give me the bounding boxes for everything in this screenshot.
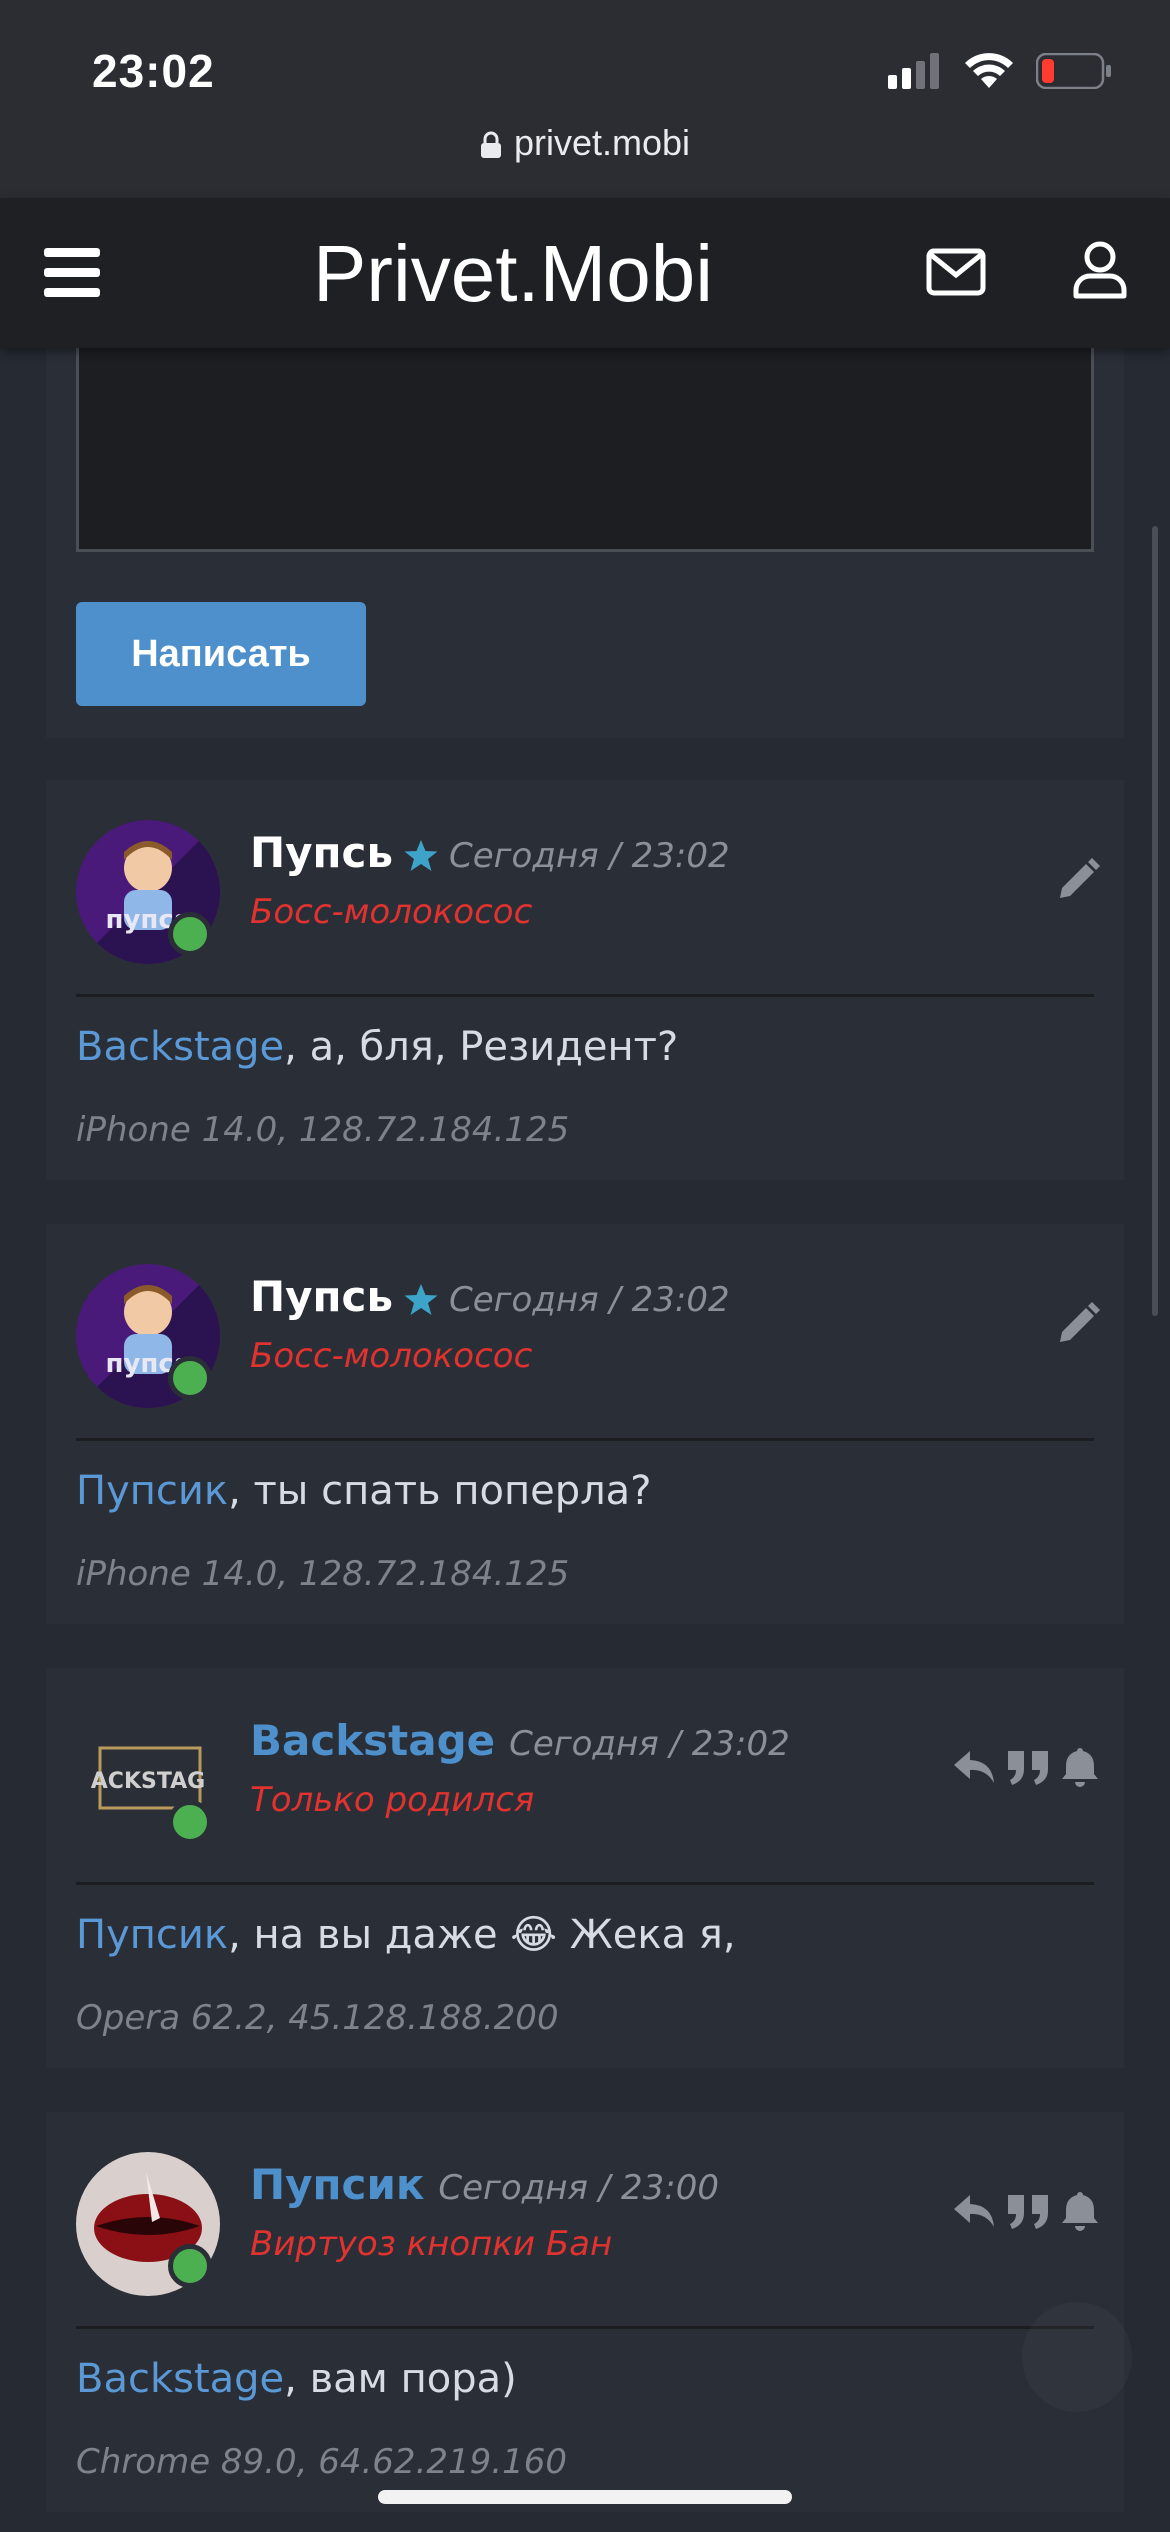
user-rank: Босс-молокосос — [250, 1336, 533, 1376]
mention-link[interactable]: Backstage — [76, 2356, 284, 2402]
post-date: Сегодня / 23:02 — [509, 1724, 790, 1764]
post-item: ACKSTAG Backstage Сегодня / 23:02 Только … — [46, 1668, 1124, 2068]
author-name[interactable]: Пупсик — [250, 2160, 424, 2209]
site-title[interactable]: Privet.Mobi — [0, 228, 1026, 320]
post-date: Сегодня / 23:00 — [438, 2168, 719, 2208]
post-author: Пупсик Сегодня / 23:00 — [250, 2160, 719, 2209]
mention-link[interactable]: Пупсик — [76, 1468, 228, 1514]
address-bar[interactable]: privet.mobi — [0, 122, 1170, 164]
svg-text:ACKSTAG: ACKSTAG — [91, 1769, 205, 1794]
edit-pencil-icon[interactable] — [1056, 1302, 1100, 1346]
status-icons — [888, 52, 1112, 90]
status-time: 23:02 — [92, 45, 215, 97]
scroll-to-top-button[interactable] — [1022, 2302, 1132, 2412]
reply-form: Написать — [46, 330, 1124, 738]
post-item: пупся Пупсь Сегодня / 23:02 Босс-молокосо… — [46, 780, 1124, 1180]
online-status-indicator — [168, 2244, 212, 2288]
mail-icon[interactable] — [926, 248, 986, 296]
divider — [76, 994, 1094, 997]
device-info: iPhone 14.0, 128.72.184.125 — [76, 1554, 570, 1594]
user-rank: Босс-молокосос — [250, 892, 533, 932]
site-header: Privet.Mobi — [0, 198, 1170, 348]
url-text: privet.mobi — [513, 122, 691, 163]
user-rank: Только родился — [250, 1780, 535, 1820]
device-info: iPhone 14.0, 128.72.184.125 — [76, 1110, 570, 1150]
submit-button[interactable]: Написать — [76, 602, 366, 706]
author-name[interactable]: Пупсь — [250, 1272, 393, 1321]
message-text: Backstage, а, бля, Резидент? — [76, 1024, 679, 1070]
device-info: Opera 62.2, 45.128.188.200 — [76, 1998, 559, 2038]
star-icon — [404, 1283, 438, 1315]
edit-pencil-icon[interactable] — [1056, 858, 1100, 902]
star-icon — [404, 839, 438, 871]
online-status-indicator — [168, 1800, 212, 1844]
post-item: Пупсик Сегодня / 23:00 Виртуоз кнопки Бан… — [46, 2112, 1124, 2512]
message-text: Пупсик, на вы даже 😂 Жека я, — [76, 1912, 736, 1958]
reply-icon[interactable] — [952, 1747, 998, 1787]
divider — [76, 1438, 1094, 1441]
bell-icon[interactable] — [1060, 2190, 1100, 2232]
lock-icon — [480, 132, 501, 159]
author-name[interactable]: Backstage — [250, 1716, 495, 1765]
divider — [76, 2326, 1094, 2329]
wifi-icon — [965, 53, 1013, 88]
quote-icon[interactable] — [1006, 2191, 1052, 2231]
post-date: Сегодня / 23:02 — [449, 1280, 730, 1320]
post-item: пупся Пупсь Сегодня / 23:02 Босс-молокосо… — [46, 1224, 1124, 1624]
mention-link[interactable]: Пупсик — [76, 1912, 228, 1958]
user-rank: Виртуоз кнопки Бан — [250, 2224, 613, 2264]
user-profile-icon[interactable] — [1072, 240, 1128, 300]
page-scrollbar[interactable] — [1152, 526, 1158, 1316]
mention-link[interactable]: Backstage — [76, 1024, 284, 1070]
post-actions — [952, 2190, 1100, 2232]
reply-icon[interactable] — [952, 2191, 998, 2231]
message-text: Backstage, вам пора) — [76, 2356, 517, 2402]
author-name[interactable]: Пупсь — [250, 828, 393, 877]
online-status-indicator — [168, 1356, 212, 1400]
status-bar: 23:02 privet.mobi — [0, 0, 1170, 200]
post-author: Пупсь Сегодня / 23:02 — [250, 828, 730, 877]
quote-icon[interactable] — [1006, 1747, 1052, 1787]
home-indicator[interactable] — [378, 2490, 792, 2504]
post-author: Пупсь Сегодня / 23:02 — [250, 1272, 730, 1321]
cellular-signal-icon — [888, 53, 939, 89]
divider — [76, 1882, 1094, 1885]
post-author: Backstage Сегодня / 23:02 — [250, 1716, 790, 1765]
bell-icon[interactable] — [1060, 1746, 1100, 1788]
online-status-indicator — [168, 912, 212, 956]
battery-icon — [1036, 53, 1111, 89]
message-text: Пупсик, ты спать поперла? — [76, 1468, 652, 1514]
device-info: Chrome 89.0, 64.62.219.160 — [76, 2442, 567, 2482]
post-date: Сегодня / 23:02 — [449, 836, 730, 876]
message-textarea[interactable] — [76, 330, 1094, 552]
post-actions — [952, 1746, 1100, 1788]
